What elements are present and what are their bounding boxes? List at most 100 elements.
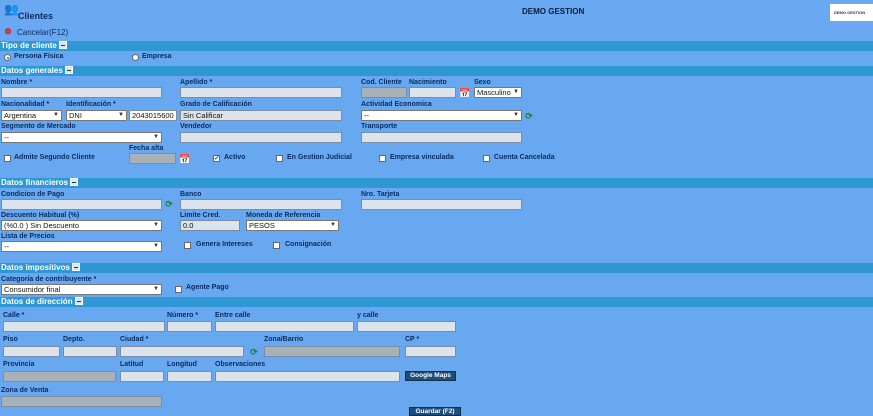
save-button[interactable]: Guardar (F2) [409,407,461,416]
calle-input[interactable] [3,321,165,332]
calendar-icon[interactable]: 📅 [179,154,190,164]
provincia-label: Provincia [3,361,35,368]
sexo-select[interactable]: Masculino ▼ [474,87,522,98]
collapse-icon[interactable] [58,41,67,49]
section-datos-generales: Datos generales [0,66,873,76]
refresh-icon[interactable]: ⟳ [524,111,534,121]
entre-calle-label: Entre calle [215,312,251,319]
empresa-vinculada-checkbox[interactable] [379,155,386,162]
zona-venta-input [1,396,162,407]
admite-segundo-label: Admite Segundo Cliente [14,154,95,161]
consignacion-label: Consignación [285,241,332,248]
radio-empresa[interactable] [132,54,139,61]
observaciones-input[interactable] [215,371,400,382]
activo-label: Activo [224,154,246,161]
observaciones-label: Observaciones [215,361,266,368]
vendedor-input[interactable] [180,132,342,143]
banco-label: Banco [180,191,202,198]
numero-input[interactable] [167,321,212,332]
y-calle-input[interactable] [357,321,456,332]
refresh-icon[interactable]: ⟳ [164,199,174,209]
latitud-label: Latitud [120,361,144,368]
chevron-down-icon: ▼ [153,286,159,292]
gestion-judicial-checkbox[interactable] [276,155,283,162]
refresh-icon[interactable]: ⟳ [249,347,259,357]
chevron-down-icon: ▼ [330,222,336,228]
collapse-icon[interactable] [71,263,80,271]
cp-input[interactable] [405,346,456,357]
calendar-icon[interactable]: 📅 [459,88,470,98]
nro-tarjeta-label: Nro. Tarjeta [361,191,400,198]
ciudad-input[interactable] [120,346,244,357]
actividad-label: Actividad Economica [361,101,432,108]
transporte-input[interactable] [361,132,522,143]
cuenta-cancelada-label: Cuenta Cancelada [494,154,555,161]
section-datos-financieros: Datos financieros [0,178,873,188]
chevron-down-icon: ▼ [513,112,519,118]
nombre-label: Nombre * [1,79,33,86]
section-datos-direccion: Datos de dirección [0,297,873,307]
chevron-down-icon: ▼ [153,243,159,249]
segmento-label: Segmento de Mercado [1,123,76,130]
chevron-down-icon: ▼ [153,222,159,228]
actividad-select[interactable]: -- ▼ [361,110,522,121]
zona-barrio-input [264,346,400,357]
cp-label: CP * [405,336,420,343]
app-title: Clientes [18,11,54,21]
moneda-select[interactable]: PESOS ▼ [246,220,339,231]
vendedor-label: Vendedor [180,123,212,130]
persona-fisica-label: Persona Física [14,53,64,60]
radio-persona-fisica[interactable] [4,54,11,61]
depto-input[interactable] [63,346,117,357]
nacimiento-label: Nacimiento [409,79,447,86]
condicion-pago-input[interactable] [1,199,162,210]
section-datos-impositivos: Datos impositivos [0,263,873,273]
apellido-input[interactable] [180,87,342,98]
banco-input[interactable] [180,199,342,210]
nacimiento-input[interactable] [409,87,456,98]
ident-number-input[interactable]: 2043015600 [129,110,177,121]
nombre-input[interactable] [1,87,162,98]
segmento-select[interactable]: -- ▼ [1,132,162,143]
ident-type-select[interactable]: DNI ▼ [66,110,127,121]
sexo-label: Sexo [474,79,491,86]
fecha-alta-input [129,153,176,164]
lista-precios-select[interactable]: -- ▼ [1,241,162,252]
google-maps-button[interactable]: Google Maps [405,371,456,381]
collapse-icon[interactable] [70,178,79,186]
collapse-icon[interactable] [74,297,83,305]
activo-checkbox[interactable] [213,154,220,162]
longitud-label: Longitud [167,361,197,368]
calle-label: Calle * [3,312,25,319]
zona-venta-label: Zona de Venta [1,387,49,394]
center-title: DEMO GESTION [522,7,585,16]
longitud-input[interactable] [167,371,212,382]
nro-tarjeta-input[interactable] [361,199,522,210]
admite-segundo-checkbox[interactable] [4,155,11,162]
latitud-input[interactable] [120,371,164,382]
grado-input[interactable]: Sin Calificar [180,110,342,121]
section-tipo-cliente: Tipo de cliente [0,41,873,51]
empresa-vinculada-label: Empresa vinculada [390,154,454,161]
grado-label: Grado de Calificación [180,101,252,108]
nacionalidad-select[interactable]: Argentina ▼ [1,110,62,121]
limite-input[interactable]: 0.0 [180,220,240,231]
consignacion-checkbox[interactable] [273,242,280,249]
piso-input[interactable] [3,346,60,357]
genera-intereses-label: Genera Intereses [196,241,253,248]
genera-intereses-checkbox[interactable] [184,242,191,249]
categoria-select[interactable]: Consumidor final ▼ [1,284,162,295]
limite-label: Limite Cred. [180,212,221,219]
cancel-icon[interactable]: ⊗ [3,26,13,36]
cuenta-cancelada-checkbox[interactable] [483,155,490,162]
agente-pago-checkbox[interactable] [175,286,182,293]
apellido-label: Apellido * [180,79,213,86]
collapse-icon[interactable] [64,66,73,74]
descuento-select[interactable]: (%0.0 ) Sin Descuento ▼ [1,220,162,231]
chevron-down-icon: ▼ [513,89,519,95]
cod-cliente-input [361,87,407,98]
gestion-judicial-label: En Gestion Judicial [287,154,352,161]
fecha-alta-label: Fecha alta [129,145,164,152]
cancel-button[interactable]: Cancelar(F12) [17,28,68,37]
entre-calle-input[interactable] [215,321,354,332]
